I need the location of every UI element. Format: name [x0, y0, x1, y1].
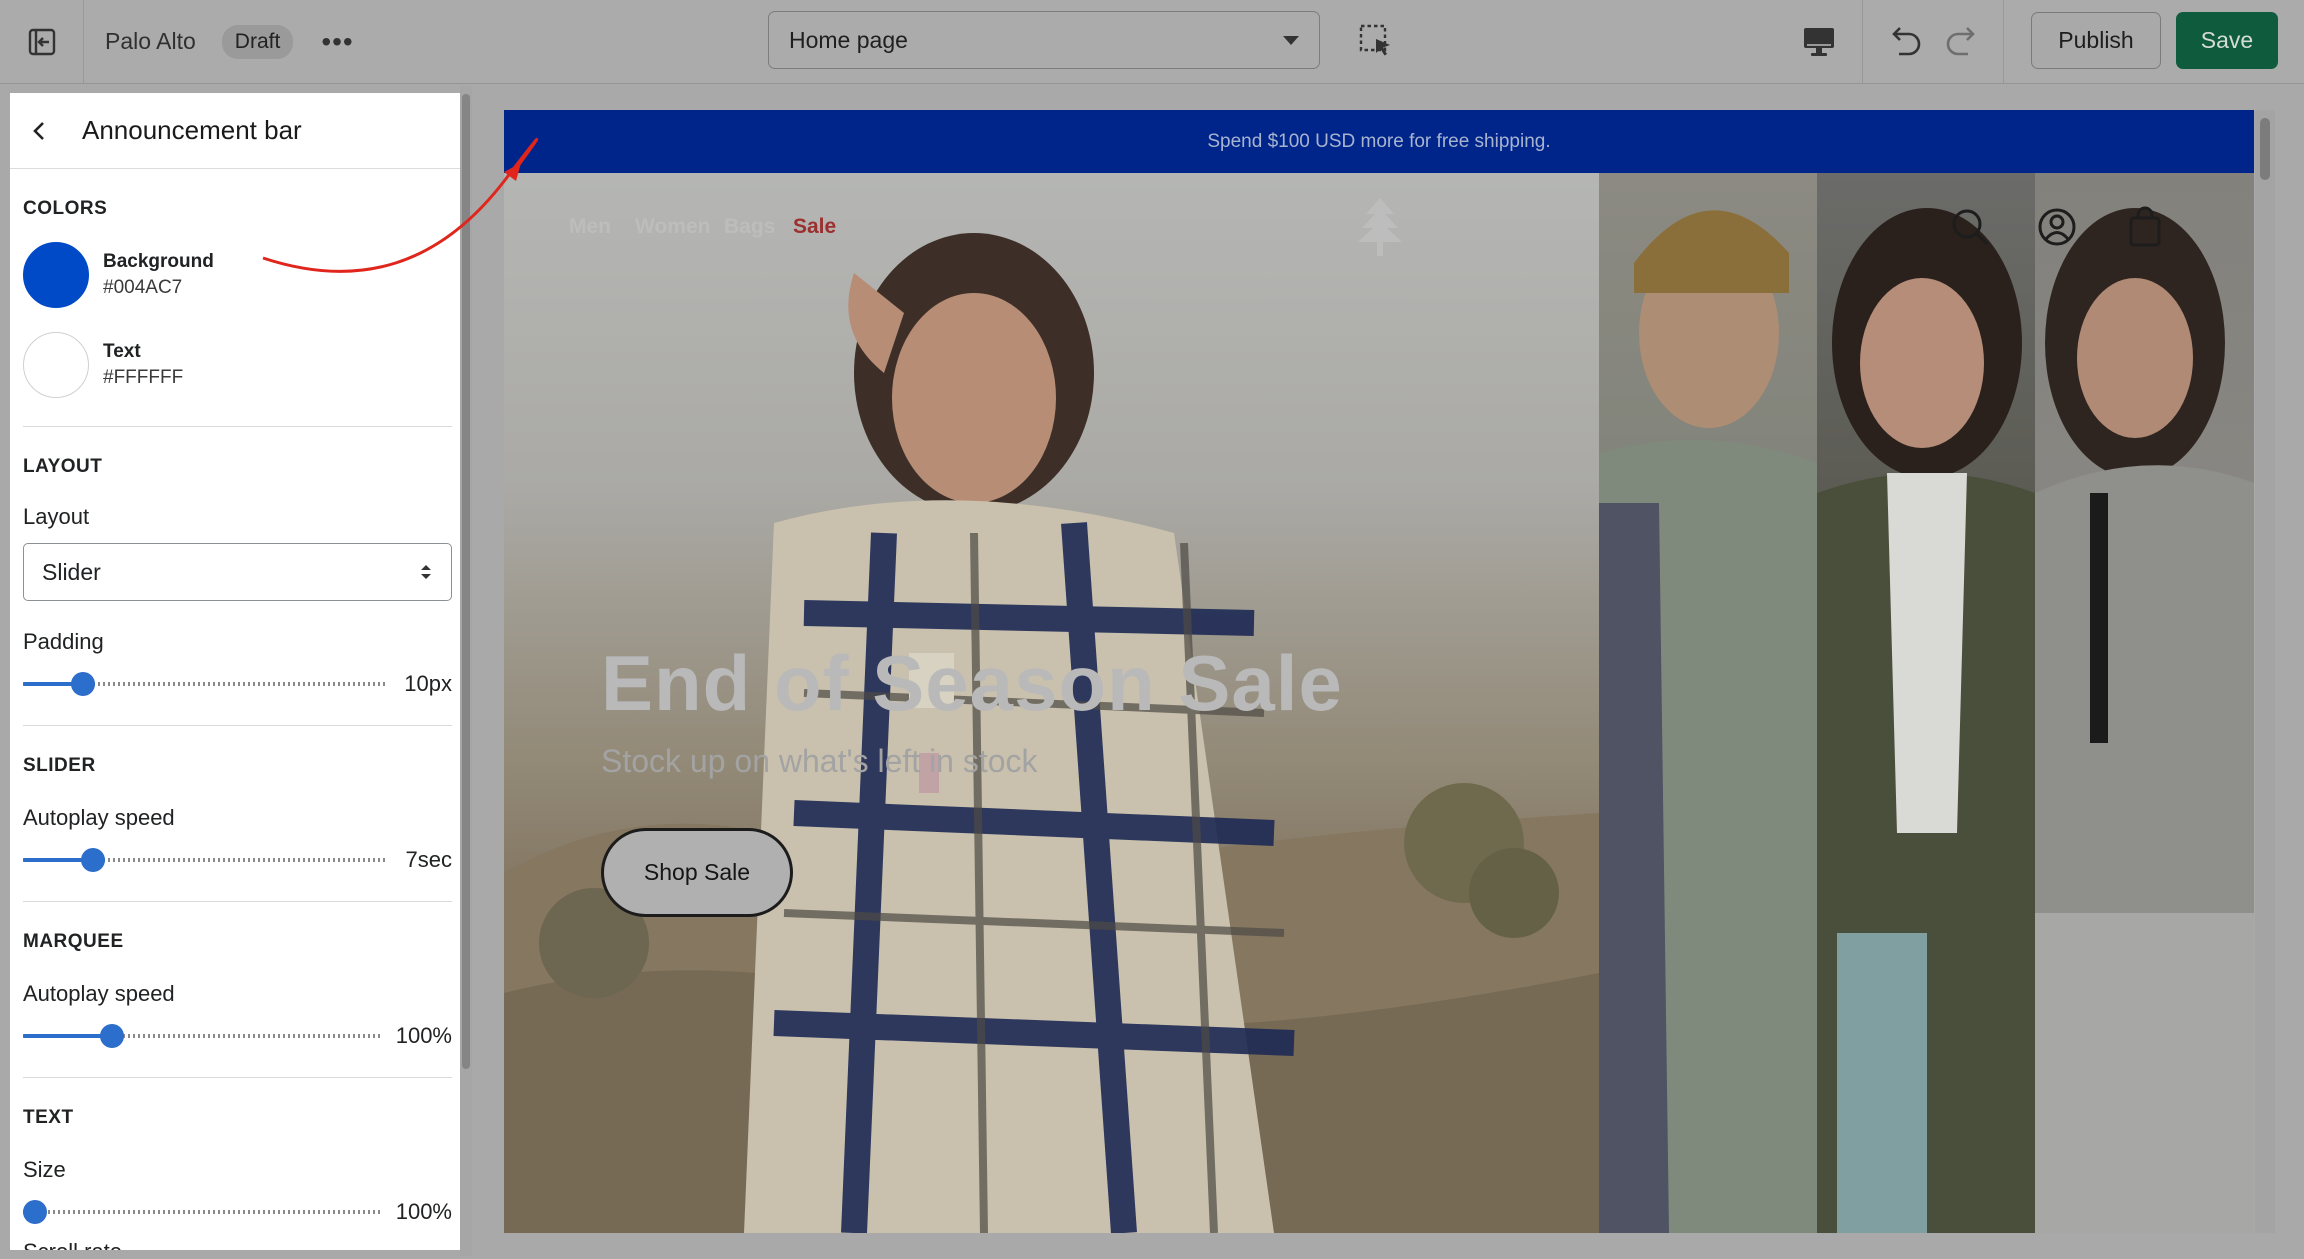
settings-panel: Announcement bar COLORS Background #004A… [10, 93, 468, 1250]
marquee-autoplay-row: 100% [23, 1023, 452, 1049]
color-name: Text [103, 341, 141, 362]
exit-icon [28, 28, 55, 55]
padding-slider-row: 10px [23, 671, 452, 697]
announcement-text: Spend $100 USD more for free shipping. [1207, 130, 1551, 152]
section-heading: TEXT [23, 1107, 74, 1128]
panel-scrollbar[interactable] [460, 86, 472, 1256]
back-arrow-icon[interactable] [28, 119, 52, 143]
toolbar-divider [2003, 0, 2004, 84]
page-select-value: Home page [789, 26, 908, 53]
color-hex: #004AC7 [103, 277, 183, 298]
model-photo-2 [1817, 173, 2035, 1233]
color-name: Background [103, 251, 214, 272]
text-size-slider[interactable] [23, 1199, 382, 1225]
nav-link-men[interactable]: Men [569, 215, 611, 239]
marquee-autoplay-value: 100% [395, 1023, 452, 1048]
redo-icon[interactable] [1942, 20, 1984, 62]
section-heading: COLORS [23, 198, 108, 219]
section-heading: MARQUEE [23, 931, 124, 952]
theme-preview: Spend $100 USD more for free shipping. M… [504, 110, 2254, 1233]
slider-thumb[interactable] [99, 1024, 124, 1048]
announcement-bar[interactable]: Spend $100 USD more for free shipping. [504, 110, 2254, 173]
background-color-setting[interactable]: Background #004AC7 [23, 242, 452, 308]
editor-topbar: Palo Alto Draft ••• Home page Publish Sa… [0, 0, 2304, 84]
padding-slider[interactable] [23, 671, 388, 697]
model-in-green-jacket [1817, 208, 2035, 1233]
model-photo-1 [1599, 173, 1817, 1233]
cart-icon[interactable] [2125, 206, 2165, 248]
save-button[interactable]: Save [2176, 12, 2278, 69]
hero-subtitle: Stock up on what's left in stock [601, 743, 1038, 779]
slider-autoplay-value: 7sec [405, 847, 452, 872]
slider-thumb[interactable] [80, 848, 105, 872]
layout-select-value: Slider [42, 558, 101, 585]
model-photo-3 [2035, 173, 2254, 1233]
text-size-value: 100% [395, 1199, 452, 1224]
text-size-label: Size [23, 1157, 66, 1182]
color-hex: #FFFFFF [103, 367, 184, 388]
layout-select[interactable]: Slider [23, 543, 452, 601]
scroll-rate-label: Scroll rate [23, 1239, 452, 1250]
background-color-swatch[interactable] [23, 242, 89, 308]
panel-header: Announcement bar [10, 93, 468, 169]
marquee-autoplay-speed-slider[interactable] [23, 1023, 382, 1049]
slider-autoplay-row: 7sec [23, 847, 452, 873]
text-color-swatch[interactable] [23, 332, 89, 398]
nav-link-bags[interactable]: Bags [724, 215, 775, 239]
hero-title: End of Season Sale [601, 639, 1343, 727]
undo-icon[interactable] [1883, 20, 1925, 62]
store-name: Palo Alto [105, 28, 196, 54]
slider-section: SLIDER Autoplay speed 7sec [23, 726, 452, 902]
marquee-section: MARQUEE Autoplay speed 100% [23, 902, 452, 1078]
section-heading: SLIDER [23, 755, 96, 776]
panel-title: Announcement bar [82, 115, 302, 145]
text-size-row: 100% [23, 1199, 452, 1225]
colors-section: COLORS Background #004AC7 Text #FFFFFF [23, 169, 452, 427]
shop-sale-button[interactable]: Shop Sale [601, 828, 793, 917]
padding-label: Padding [23, 629, 104, 654]
slider-autoplay-speed-slider[interactable] [23, 847, 388, 873]
slider-autoplay-label: Autoplay speed [23, 805, 175, 830]
layout-section: LAYOUT Layout Slider Padding 10px [23, 427, 452, 726]
account-icon[interactable] [2037, 206, 2077, 248]
preview-scrollbar[interactable] [2255, 110, 2275, 1233]
text-section: TEXT Size 100% Scroll rate [23, 1078, 452, 1250]
publish-button[interactable]: Publish [2031, 12, 2161, 69]
more-icon[interactable]: ••• [321, 27, 353, 56]
nav-link-sale[interactable]: Sale [793, 215, 836, 239]
desktop-icon[interactable] [1800, 22, 1838, 60]
model-in-beanie [1599, 210, 1817, 1233]
search-icon[interactable] [1950, 206, 1990, 248]
nav-link-women[interactable]: Women [635, 215, 710, 239]
tree-logo-icon[interactable] [1354, 196, 1406, 258]
status-badge: Draft [221, 24, 294, 59]
text-color-setting[interactable]: Text #FFFFFF [23, 332, 452, 398]
chevron-down-icon [1283, 35, 1299, 45]
padding-value: 10px [404, 671, 452, 696]
layout-field-label: Layout [23, 504, 90, 529]
model-in-grey-jacket [2035, 208, 2254, 1233]
inspector-icon[interactable] [1356, 21, 1396, 61]
slider-thumb[interactable] [70, 672, 95, 696]
slider-thumb[interactable] [23, 1200, 47, 1224]
toolbar-divider [1862, 0, 1863, 84]
select-arrows-icon [421, 565, 431, 579]
exit-button[interactable] [0, 0, 84, 84]
marquee-autoplay-label: Autoplay speed [23, 981, 175, 1006]
page-select[interactable]: Home page [768, 11, 1320, 69]
section-heading: LAYOUT [23, 456, 103, 477]
